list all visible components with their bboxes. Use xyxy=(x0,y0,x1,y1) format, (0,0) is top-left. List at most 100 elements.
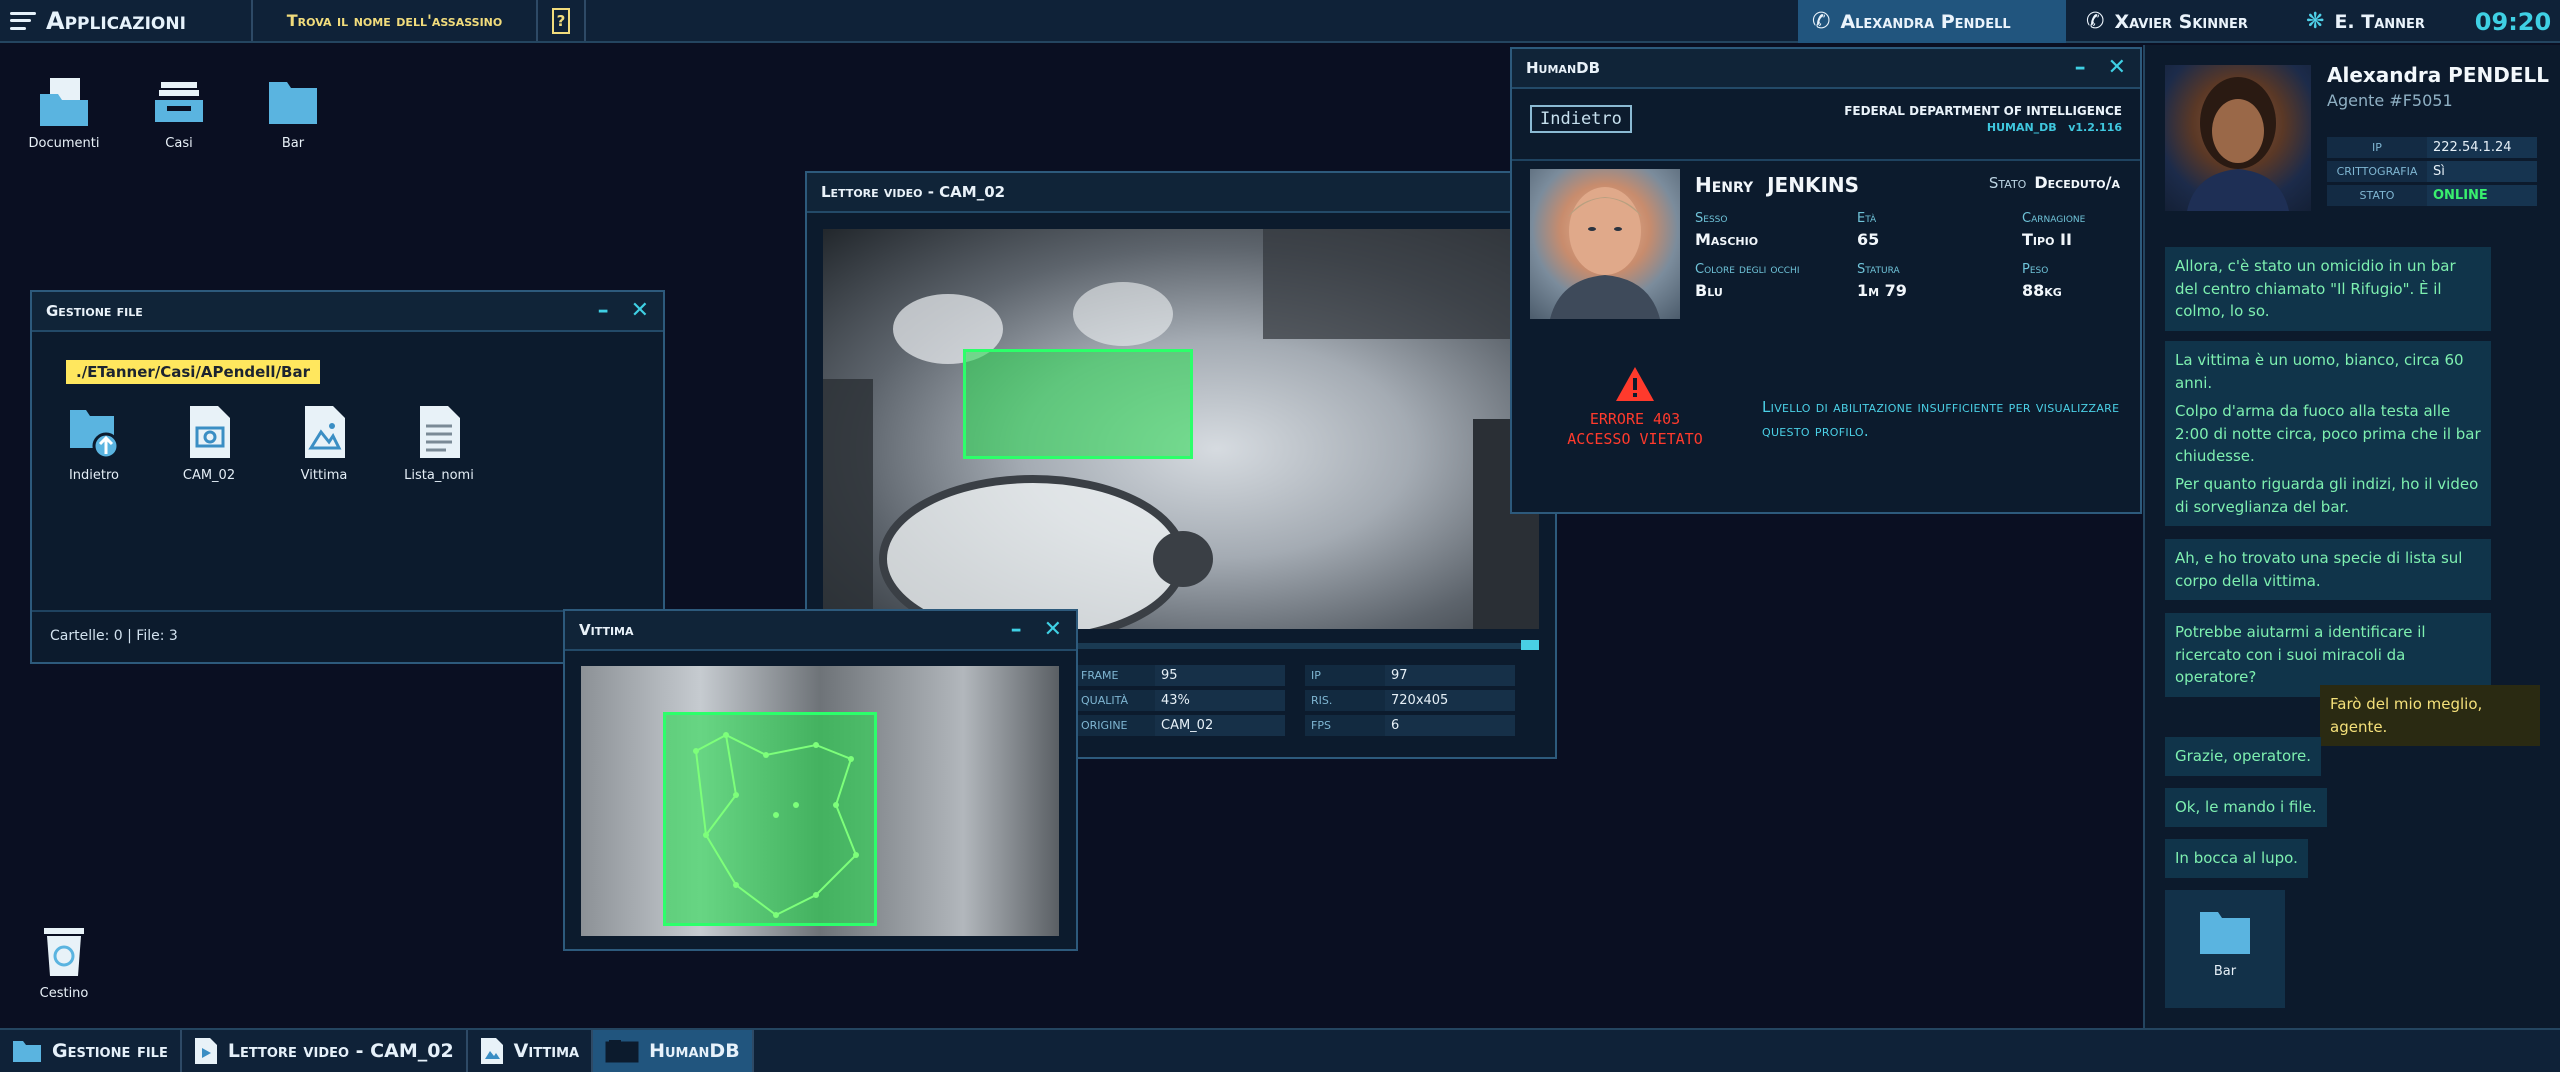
window-titlebar[interactable]: Gestione file – ✕ xyxy=(32,292,663,332)
desktop-icon-casi[interactable]: Casi xyxy=(129,74,229,151)
timeline-handle[interactable] xyxy=(1521,640,1539,650)
agent-avatar xyxy=(2165,65,2311,211)
desktop-icon-label: Casi xyxy=(165,136,193,151)
divider xyxy=(1512,159,2140,161)
field-statura: Statura 1m 79 xyxy=(1857,262,1907,300)
meta-key: FRAME xyxy=(1075,665,1155,686)
file-item-lista-nomi[interactable]: Lista_nomi xyxy=(389,404,489,483)
field-key: Statura xyxy=(1857,262,1900,277)
access-error: ERRORE 403 ACCESSO VIETATO xyxy=(1560,365,1710,450)
victim-window: Vittima – ✕ xyxy=(563,609,1078,951)
desktop-icon-label: Documenti xyxy=(28,136,100,151)
contact-e-tanner[interactable]: ❋ E. Tanner xyxy=(2292,0,2460,43)
error-text: ACCESSO VIETATO xyxy=(1567,430,1703,449)
folder-icon xyxy=(269,82,317,124)
window-titlebar[interactable]: Vittima – ✕ xyxy=(565,611,1076,651)
contact-label: Xavier Skinner xyxy=(2114,10,2248,33)
gear-badge-icon: ❋ xyxy=(2306,9,2325,34)
desktop-icon-trash[interactable]: Cestino xyxy=(14,924,114,1001)
window-title: HumanDB xyxy=(1526,59,1601,77)
humandb-window: HumanDB – ✕ Indietro FEDERAL DEPARTMENT … xyxy=(1510,47,2142,514)
field-value: 88kg xyxy=(2022,281,2062,300)
chat-message: In bocca al lupo. xyxy=(2165,839,2308,878)
contact-alexandra-pendell[interactable]: ✆ Alexandra Pendell xyxy=(1798,0,2066,43)
app-name: HUMAN_DB xyxy=(1986,120,2057,134)
field-value: Maschio xyxy=(1695,230,1759,249)
field-key: Peso xyxy=(2022,262,2049,277)
window-titlebar[interactable]: HumanDB – ✕ xyxy=(1512,49,2140,89)
meta-key: ORIGINE xyxy=(1075,715,1155,736)
task-video-player[interactable]: Lettore video - CAM_02 xyxy=(182,1030,468,1072)
task-label: Gestione file xyxy=(52,1040,168,1062)
desktop-icon-bar[interactable]: Bar xyxy=(243,74,343,151)
phone-icon: ✆ xyxy=(2086,9,2105,34)
applications-menu[interactable]: Applicazioni xyxy=(0,0,253,41)
window-titlebar[interactable]: Lettore video - CAM_02 – xyxy=(807,173,1555,213)
victim-selection-box xyxy=(963,349,1193,459)
organization-name: FEDERAL DEPARTMENT OF INTELLIGENCE xyxy=(1844,104,2122,118)
field-value: 65 xyxy=(1857,230,1880,249)
file-item-cam02[interactable]: CAM_02 xyxy=(159,404,259,483)
face-scan-overlay xyxy=(663,712,877,926)
cases-tray-icon xyxy=(155,82,203,122)
warning-icon xyxy=(1616,367,1654,401)
desktop-icon-documenti[interactable]: Documenti xyxy=(14,74,114,151)
file-item-label: Vittima xyxy=(300,468,348,483)
person-name: Henry JENKINS xyxy=(1695,173,1859,197)
close-icon[interactable]: ✕ xyxy=(1044,619,1062,641)
chat-message: Grazie, operatore. xyxy=(2165,737,2321,776)
question-icon: ? xyxy=(552,7,570,34)
file-item-vittima[interactable]: Vittima xyxy=(274,404,374,483)
file-manager-window: Gestione file – ✕ ./ETanner/Casi/APendel… xyxy=(30,290,665,664)
back-button[interactable]: Indietro xyxy=(1530,105,1632,133)
meta-key: QUALITÀ xyxy=(1075,690,1155,711)
field-key: Sesso xyxy=(1695,211,1728,226)
meta-value: 43% xyxy=(1155,690,1285,711)
shared-folder-bar[interactable]: Bar xyxy=(2165,890,2285,1008)
contact-xavier-skinner[interactable]: ✆ Xavier Skinner xyxy=(2072,0,2286,43)
status-field: Stato Deceduto/a xyxy=(1989,173,2120,192)
documents-folder-icon xyxy=(40,78,88,126)
window-title: Vittima xyxy=(579,621,634,639)
meta-value: 97 xyxy=(1385,665,1515,686)
chat-message: Colpo d'arma da fuoco alla testa alle 2:… xyxy=(2165,392,2491,476)
video-metadata: FRAME 95 IP 97 QUALITÀ 43% RIS. 720x405 … xyxy=(1075,665,1539,736)
field-sesso: Sesso Maschio xyxy=(1695,211,1758,249)
video-file-icon xyxy=(194,1038,217,1064)
app-version: v1.2.116 xyxy=(2068,120,2122,134)
error-code: ERRORE 403 xyxy=(1589,410,1681,428)
field-key: Carnagione xyxy=(2022,211,2086,226)
field-carnagione: Carnagione Tipo II xyxy=(2022,211,2085,249)
folder-icon xyxy=(13,1041,41,1062)
chat-message-operator: Farò del mio meglio, agente. xyxy=(2320,685,2540,746)
file-item-indietro[interactable]: Indietro xyxy=(44,404,144,483)
help-button[interactable]: ? xyxy=(538,0,586,41)
task-file-manager[interactable]: Gestione file xyxy=(0,1030,182,1072)
clock: 09:20 xyxy=(2474,7,2552,36)
file-item-label: Lista_nomi xyxy=(404,468,474,483)
close-icon[interactable]: ✕ xyxy=(631,300,649,322)
phone-icon: ✆ xyxy=(1812,9,1831,34)
task-label: Vittima xyxy=(513,1040,580,1062)
minimize-icon[interactable]: – xyxy=(1011,619,1022,641)
status-value: Deceduto/a xyxy=(2034,173,2120,192)
task-humandb[interactable]: HumanDB xyxy=(593,1030,754,1072)
mission-objective[interactable]: Trova il nome dell'assassino xyxy=(253,0,538,41)
chat-panel: Alexandra PENDELL Agente #F5051 IP 222.5… xyxy=(2143,45,2560,1028)
minimize-icon[interactable]: – xyxy=(2075,57,2086,79)
folder-label: Bar xyxy=(2213,964,2237,979)
taskbar: Gestione file Lettore video - CAM_02 Vit… xyxy=(0,1028,2560,1072)
victim-photo[interactable] xyxy=(581,666,1059,936)
close-icon[interactable]: ✕ xyxy=(2108,57,2126,79)
field-key: Colore degli occhi xyxy=(1695,262,1800,277)
agent-id: Agente #F5051 xyxy=(2327,91,2453,110)
chat-message: Potrebbe aiutarmi a identificare il rice… xyxy=(2165,613,2491,697)
meta-key: FPS xyxy=(1305,715,1385,736)
image-file-icon xyxy=(480,1038,503,1064)
organization-header: FEDERAL DEPARTMENT OF INTELLIGENCE HUMAN… xyxy=(1844,103,2122,135)
meta-value: 95 xyxy=(1155,665,1285,686)
surveillance-video[interactable] xyxy=(823,229,1539,629)
info-key: STATO xyxy=(2327,185,2427,206)
minimize-icon[interactable]: – xyxy=(598,300,609,322)
task-victim[interactable]: Vittima xyxy=(468,1030,594,1072)
